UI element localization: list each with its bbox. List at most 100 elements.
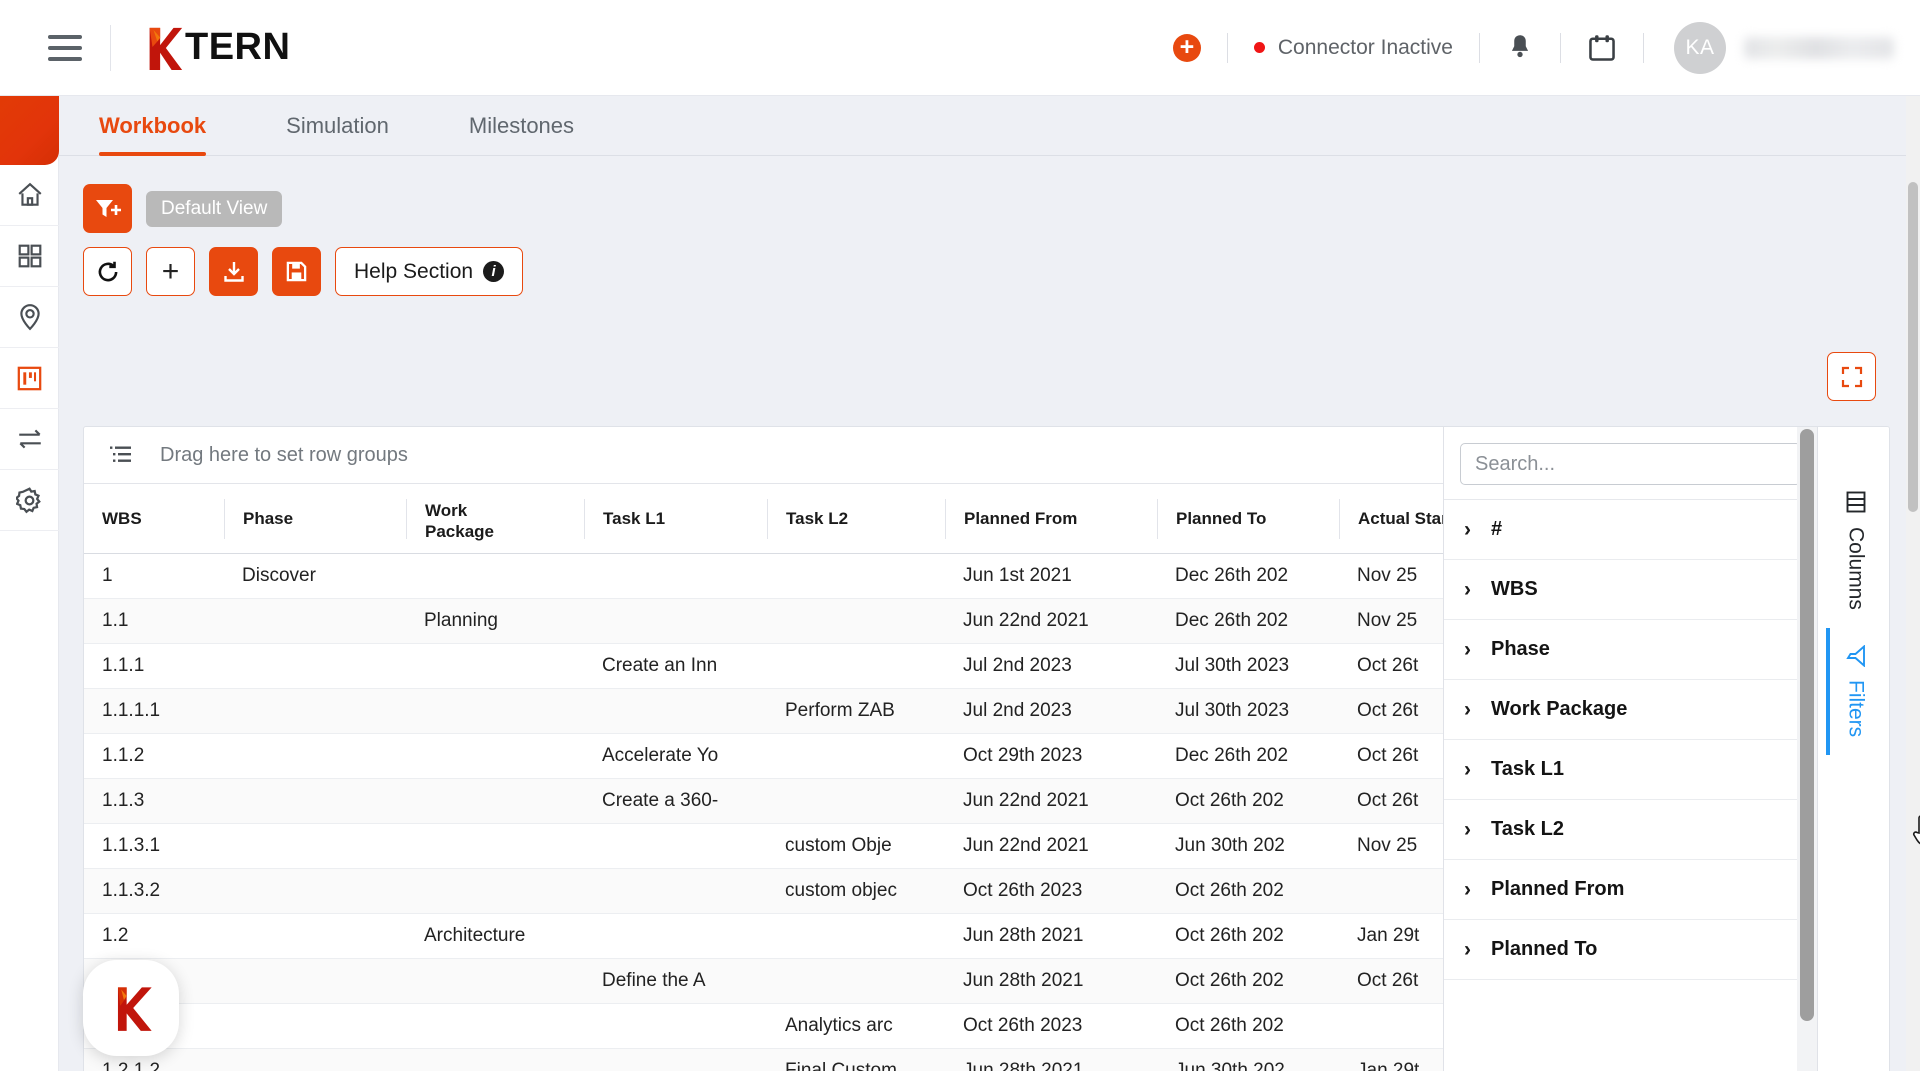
- cell-wbs[interactable]: 1.1.3.1: [84, 835, 224, 857]
- bell-icon[interactable]: [1506, 33, 1534, 63]
- cell-pf[interactable]: Jul 2nd 2023: [945, 700, 1157, 722]
- cell-wbs[interactable]: 1.2: [84, 925, 224, 947]
- cell-pf[interactable]: Oct 26th 2023: [945, 1015, 1157, 1037]
- filter-group-planned-to[interactable]: › Planned To: [1444, 920, 1817, 980]
- sidebar-item-home[interactable]: [0, 165, 59, 226]
- cell-t2[interactable]: custom objec: [767, 880, 945, 902]
- download-button[interactable]: [209, 247, 258, 296]
- cell-t2[interactable]: Analytics arc: [767, 1015, 945, 1037]
- col-header-planned-from[interactable]: Planned From: [945, 498, 1157, 539]
- cell-wbs[interactable]: 1.1.1.1: [84, 700, 224, 722]
- hamburger-icon[interactable]: [48, 34, 82, 61]
- cell-pf[interactable]: Jun 22nd 2021: [945, 790, 1157, 812]
- col-header-wbs[interactable]: WBS: [84, 499, 224, 539]
- cell-pf[interactable]: Jun 1st 2021: [945, 565, 1157, 587]
- toolpanel-scroll-thumb[interactable]: [1800, 429, 1814, 1021]
- avatar[interactable]: KA: [1674, 21, 1726, 74]
- add-button[interactable]: +: [1172, 33, 1201, 62]
- fullscreen-button[interactable]: [1827, 352, 1876, 401]
- save-button[interactable]: [272, 247, 321, 296]
- cell-pf[interactable]: Jun 28th 2021: [945, 925, 1157, 947]
- cell-pt[interactable]: Jul 30th 2023: [1157, 655, 1339, 677]
- tab-workbook[interactable]: Workbook: [99, 113, 207, 156]
- cell-pt[interactable]: Oct 26th 202: [1157, 1015, 1339, 1037]
- chevron-right-icon: ›: [1464, 578, 1471, 601]
- tab-milestones[interactable]: Milestones: [469, 113, 574, 155]
- cell-pt[interactable]: Oct 26th 202: [1157, 970, 1339, 992]
- page-scroll-thumb[interactable]: [1908, 182, 1918, 512]
- calendar-icon[interactable]: [1587, 33, 1617, 63]
- col-header-work-package[interactable]: Work Package: [406, 498, 584, 541]
- cell-pt[interactable]: Jun 30th 202: [1157, 835, 1339, 857]
- tab-columns[interactable]: Columns: [1826, 473, 1882, 628]
- filter-search-input[interactable]: [1460, 443, 1801, 485]
- filter-group-planned-from[interactable]: › Planned From: [1444, 860, 1817, 920]
- cell-pf[interactable]: Jun 28th 2021: [945, 970, 1157, 992]
- tab-simulation[interactable]: Simulation: [286, 113, 389, 155]
- chat-support-button[interactable]: [83, 960, 179, 1056]
- cell-pt[interactable]: Oct 26th 202: [1157, 925, 1339, 947]
- cell-pt[interactable]: Dec 26th 202: [1157, 610, 1339, 632]
- cell-t2[interactable]: Perform ZAB: [767, 700, 945, 722]
- cell-wbs[interactable]: 1.1.2: [84, 745, 224, 767]
- cell-pf[interactable]: Oct 26th 2023: [945, 880, 1157, 902]
- sidebar-item-project[interactable]: [0, 348, 59, 409]
- connector-status[interactable]: Connector Inactive: [1253, 36, 1453, 60]
- filter-group-label: Planned From: [1491, 878, 1625, 900]
- filter-group-work-package[interactable]: › Work Package: [1444, 680, 1817, 740]
- toolpanel-scrollbar[interactable]: [1797, 427, 1817, 1071]
- cell-pt[interactable]: Dec 26th 202: [1157, 565, 1339, 587]
- chevron-right-icon: ›: [1464, 878, 1471, 901]
- filter-group-task-l1[interactable]: › Task L1: [1444, 740, 1817, 800]
- cell-t2[interactable]: Final Custom: [767, 1060, 945, 1071]
- cell-pf[interactable]: Jun 22nd 2021: [945, 610, 1157, 632]
- top-header: TERN + Connector Inactive KA: [0, 0, 1920, 96]
- filter-group--[interactable]: › #: [1444, 500, 1817, 560]
- tool-panel-tabs: Columns Filters: [1817, 427, 1889, 1071]
- page-scrollbar[interactable]: [1906, 96, 1920, 1071]
- col-header-planned-to[interactable]: Planned To: [1157, 498, 1339, 539]
- col-header-phase[interactable]: Phase: [224, 498, 406, 539]
- filter-group-task-l2[interactable]: › Task L2: [1444, 800, 1817, 860]
- cell-wbs[interactable]: 1.1: [84, 610, 224, 632]
- tab-filters[interactable]: Filters: [1825, 627, 1882, 756]
- cell-pt[interactable]: Dec 26th 202: [1157, 745, 1339, 767]
- mouse-cursor-pointer: [1912, 815, 1920, 845]
- filter-plus-icon[interactable]: [83, 184, 132, 233]
- cell-phase[interactable]: Discover: [224, 565, 406, 587]
- cell-t1[interactable]: Create an Inn: [584, 655, 767, 677]
- cell-wbs[interactable]: 1.2.1.2: [84, 1060, 224, 1071]
- cell-t2[interactable]: custom Obje: [767, 835, 945, 857]
- cell-wbs[interactable]: 1: [84, 565, 224, 587]
- add-row-button[interactable]: +: [146, 247, 195, 296]
- cell-pf[interactable]: Jun 28th 2021: [945, 1060, 1157, 1071]
- cell-wp[interactable]: Architecture: [406, 925, 584, 947]
- cell-wp[interactable]: Planning: [406, 610, 584, 632]
- cell-t1[interactable]: Create a 360-: [584, 790, 767, 812]
- cell-t1[interactable]: Accelerate Yo: [584, 745, 767, 767]
- default-view-chip[interactable]: Default View: [146, 190, 283, 227]
- sidebar-item-transfer[interactable]: [0, 409, 59, 470]
- filter-group-label: Task L2: [1491, 818, 1564, 840]
- cell-wbs[interactable]: 1.1.3: [84, 790, 224, 812]
- cell-wbs[interactable]: 1.1.1: [84, 655, 224, 677]
- cell-pt[interactable]: Oct 26th 202: [1157, 880, 1339, 902]
- cell-pt[interactable]: Oct 26th 202: [1157, 790, 1339, 812]
- cell-pf[interactable]: Jul 2nd 2023: [945, 655, 1157, 677]
- filter-group-phase[interactable]: › Phase: [1444, 620, 1817, 680]
- brand-logo[interactable]: TERN: [143, 26, 290, 70]
- cell-pt[interactable]: Jul 30th 2023: [1157, 700, 1339, 722]
- cell-t1[interactable]: Define the A: [584, 970, 767, 992]
- filter-group-wbs[interactable]: › WBS: [1444, 560, 1817, 620]
- col-header-task-l2[interactable]: Task L2: [767, 498, 945, 539]
- help-section-button[interactable]: Help Section i: [335, 247, 524, 296]
- cell-pf[interactable]: Oct 29th 2023: [945, 745, 1157, 767]
- cell-pt[interactable]: Jun 30th 202: [1157, 1060, 1339, 1071]
- refresh-button[interactable]: [83, 247, 132, 296]
- sidebar-item-settings[interactable]: [0, 470, 59, 531]
- col-header-task-l1[interactable]: Task L1: [584, 498, 767, 539]
- cell-wbs[interactable]: 1.1.3.2: [84, 880, 224, 902]
- sidebar-item-location[interactable]: [0, 287, 59, 348]
- cell-pf[interactable]: Jun 22nd 2021: [945, 835, 1157, 857]
- sidebar-item-apps[interactable]: [0, 226, 59, 287]
